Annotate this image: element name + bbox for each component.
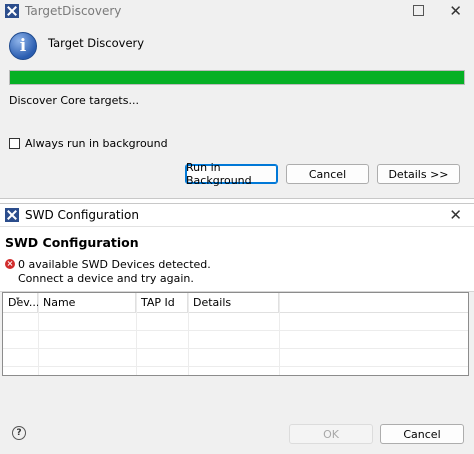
sort-icon: ▾ [16, 295, 20, 303]
error-icon: × [5, 259, 15, 269]
error-message: 0 available SWD Devices detected. [18, 258, 211, 271]
title-bar: TargetDiscovery ✕ [0, 0, 474, 22]
status-text: Discover Core targets... [9, 94, 139, 107]
checkbox-label: Always run in background [25, 137, 168, 150]
run-in-background-button[interactable]: Run in Background [185, 161, 278, 187]
column-header-name[interactable]: Name [38, 293, 136, 312]
table-row [3, 313, 468, 331]
table-row [3, 349, 468, 367]
title-bar: SWD Configuration ✕ [0, 204, 474, 227]
window-title: SWD Configuration [25, 208, 139, 222]
maximize-icon[interactable] [413, 5, 424, 16]
help-icon[interactable]: ? [12, 426, 26, 440]
dialog-header: SWD Configuration × 0 available SWD Devi… [0, 227, 474, 292]
always-run-background-option[interactable]: Always run in background [9, 137, 168, 150]
info-icon: i [9, 32, 37, 60]
column-header-device[interactable]: ▾ Dev... [3, 293, 39, 312]
dialog-heading: Target Discovery [48, 36, 145, 50]
table-row [3, 331, 468, 349]
swd-configuration-dialog: SWD Configuration ✕ SWD Configuration × … [0, 203, 474, 454]
details-button[interactable]: Details >> [377, 164, 460, 184]
always-run-background-checkbox[interactable] [9, 138, 20, 149]
app-icon [5, 4, 19, 18]
progress-bar [9, 70, 465, 85]
window-title: TargetDiscovery [25, 4, 122, 18]
swd-devices-table[interactable]: ▾ Dev... Name TAP Id Details [2, 292, 469, 376]
ok-button[interactable]: OK [289, 424, 373, 444]
column-header-tap-id[interactable]: TAP Id [136, 293, 188, 312]
progress-bar-fill [10, 71, 464, 84]
error-hint: Connect a device and try again. [18, 272, 194, 285]
app-icon [5, 208, 19, 222]
close-icon[interactable]: ✕ [449, 2, 462, 20]
table-header: ▾ Dev... Name TAP Id Details [3, 293, 468, 313]
close-icon[interactable]: ✕ [449, 206, 462, 224]
cancel-button[interactable]: Cancel [286, 164, 369, 184]
column-header-details[interactable]: Details [188, 293, 279, 312]
cancel-button[interactable]: Cancel [380, 424, 464, 444]
dialog-heading: SWD Configuration [5, 235, 139, 250]
target-discovery-dialog: TargetDiscovery ✕ i Target Discovery Dis… [0, 0, 474, 199]
